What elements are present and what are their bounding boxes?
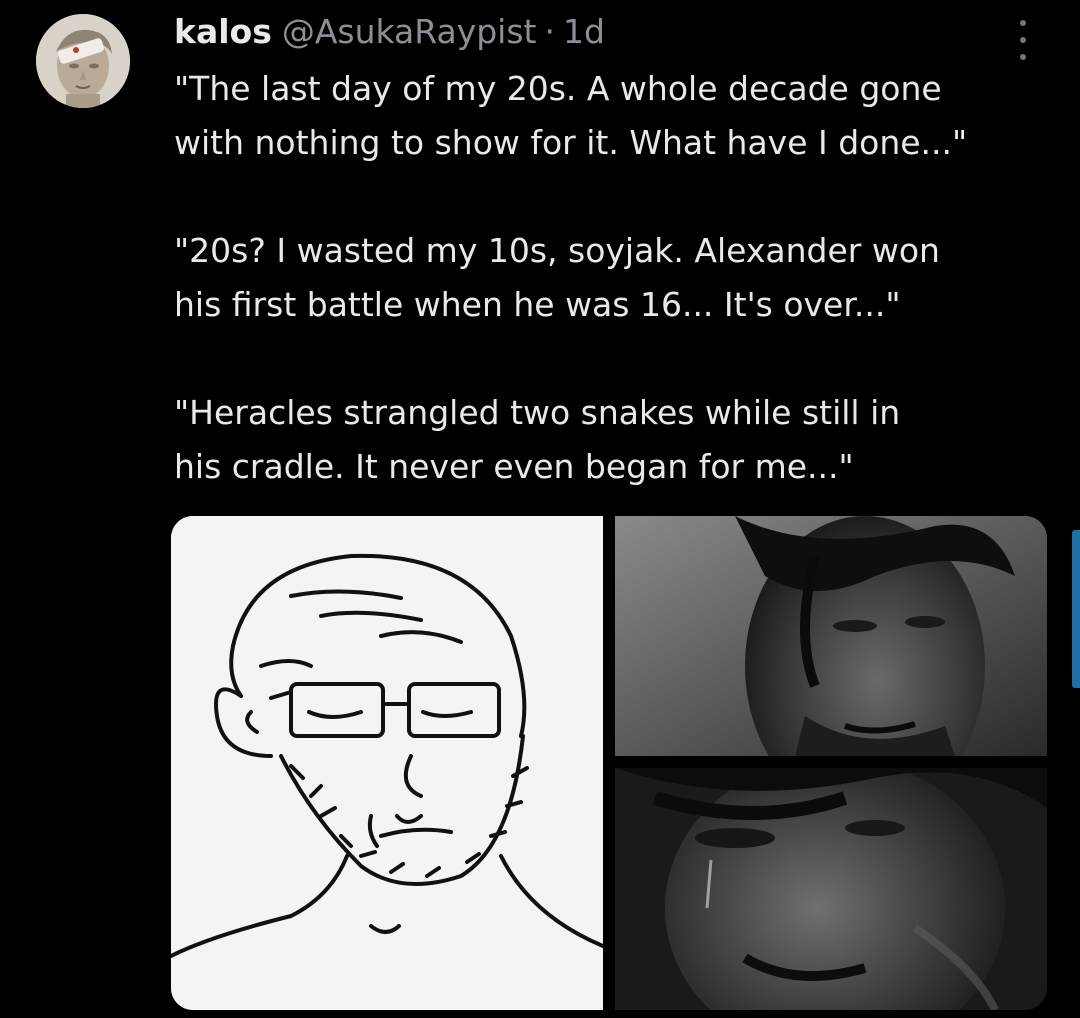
media-image-gigachad-top[interactable] bbox=[615, 516, 1047, 756]
more-horizontal-icon[interactable] bbox=[1006, 20, 1040, 60]
tweet[interactable]: kalos @AsukaRaypist · 1d "The last day o… bbox=[0, 0, 1080, 1018]
tweet-text: "The last day of my 20s. A whole decade … bbox=[174, 62, 1054, 494]
statue-avatar-image bbox=[36, 14, 130, 108]
separator-dot: · bbox=[544, 12, 555, 51]
tweet-line: "20s? I wasted my 10s, soyjak. Alexander… bbox=[174, 231, 940, 270]
gigachad-photo-top bbox=[615, 516, 1047, 756]
scrollbar-thumb[interactable] bbox=[1072, 530, 1080, 688]
display-name[interactable]: kalos bbox=[174, 10, 272, 54]
soyjak-drawing bbox=[171, 516, 603, 1010]
tweet-header: kalos @AsukaRaypist · 1d bbox=[174, 10, 605, 54]
media-image-soyjak[interactable] bbox=[171, 516, 603, 1010]
tweet-line: "The last day of my 20s. A whole decade … bbox=[174, 69, 942, 108]
tweet-line: his first battle when he was 16... It's … bbox=[174, 285, 901, 324]
media-grid bbox=[171, 516, 1047, 1010]
gigachad-photo-bottom bbox=[615, 768, 1047, 1010]
tweet-line: with nothing to show for it. What have I… bbox=[174, 123, 968, 162]
avatar[interactable] bbox=[36, 14, 130, 108]
user-handle[interactable]: @AsukaRaypist bbox=[282, 10, 537, 54]
timestamp[interactable]: 1d bbox=[563, 10, 605, 54]
tweet-line: his cradle. It never even began for me..… bbox=[174, 447, 854, 486]
tweet-line: "Heracles strangled two snakes while sti… bbox=[174, 393, 901, 432]
media-image-gigachad-bottom[interactable] bbox=[615, 768, 1047, 1010]
